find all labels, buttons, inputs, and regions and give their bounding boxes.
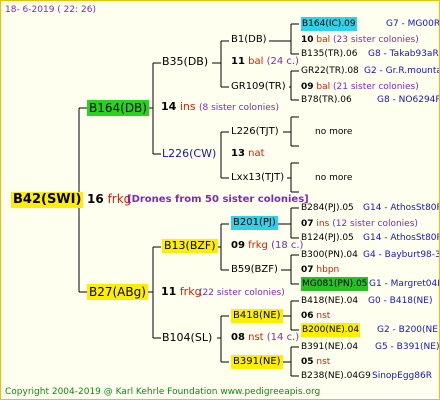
gen4-right-3: G2 - Gr.R.mounta	[364, 66, 440, 76]
gen3-node-8[interactable]: B391(NE)	[231, 355, 283, 369]
gen3-info-7: 06 nst	[301, 309, 330, 323]
gen2-node-3[interactable]: B13(BZF)	[162, 239, 218, 253]
gen4-left-4[interactable]: B78(TR).06	[301, 93, 352, 107]
gen3-node-5[interactable]: B201(PJ)	[231, 216, 278, 230]
gen3-node-3[interactable]: L226(TJT)	[231, 125, 279, 139]
gen4-left-3[interactable]: GR22(TR).08	[301, 64, 359, 78]
gen4-right-11: G0 - B418(NE)	[368, 296, 433, 306]
gen2-note-1: (24 c.)	[266, 56, 299, 67]
gen2-abbr-2: nat	[248, 148, 265, 159]
gen2-abbr-1: bal	[248, 56, 264, 67]
gen4-left-2[interactable]: B135(TR).06	[301, 47, 357, 61]
footer-copyright: Copyright 2004-2019 @ Karl Kehrle Founda…	[5, 387, 321, 397]
gen3-node-6[interactable]: B59(BZF)	[231, 263, 278, 277]
gen4-right-1: G7 - MG00R	[386, 19, 440, 29]
gen2-info-1: 11 bal (24 c.)	[231, 55, 299, 69]
gen3-abbr-1: bal	[316, 35, 331, 45]
gen3-info-1: 10 bal (23 sister colonies)	[301, 33, 419, 47]
gen3-number-5: 07	[301, 219, 314, 229]
gen3-note-1: (23 sister colonies)	[333, 35, 419, 45]
gen3-number-7: 06	[301, 311, 314, 321]
gen4-right-2: G8 - Takab93aR	[368, 49, 439, 59]
gen2-note-4: (14 c.)	[266, 332, 300, 343]
gen4-left-12[interactable]: B200(NE).04	[301, 323, 361, 337]
gen3-number-1: 10	[301, 35, 314, 45]
gen4-right-10: G1 - Margret04R	[369, 279, 440, 289]
gen3-number-6: 07	[301, 265, 314, 275]
gen3-node-4[interactable]: Lxx13(TJT)	[231, 171, 284, 185]
root-number: 16	[87, 192, 104, 206]
gen4-right-14: SinopEgg86R	[372, 371, 432, 381]
gen3-node-2[interactable]: GR109(TR)	[231, 80, 286, 94]
gen4-right-13: G5 - B391(NE)	[375, 342, 440, 352]
gen2-node-1[interactable]: B35(DB)	[162, 55, 208, 69]
gen4-right-7: G14 - AthosSt80R	[363, 203, 440, 213]
header-date: 18- 6-2019 ( 22: 26)	[5, 5, 96, 15]
gen3-info-8: 05 nst	[301, 355, 330, 369]
gen3-abbr-8: nst	[316, 357, 331, 367]
root-note: [Drones from 50 sister colonies]	[127, 194, 309, 205]
gen1-bottom-note: (22 sister colonies)	[199, 288, 285, 298]
gen2-note-3: (18 c.)	[271, 240, 304, 251]
gen3-node-7[interactable]: B418(NE)	[231, 309, 283, 323]
gen4-left-8[interactable]: B124(PJ).05	[301, 231, 354, 245]
gen3-node-1[interactable]: B1(DB)	[231, 33, 267, 47]
gen4-right-4: G8 - NO6294R	[377, 95, 440, 105]
gen3-info-2: 09 bal (21 sister colonies)	[301, 80, 419, 94]
gen3-info-6: 07 hbpn	[301, 263, 339, 277]
gen1-bottom-number: 11	[161, 285, 177, 298]
gen1-top-note: (8 sister colonies)	[199, 103, 280, 113]
gen4-left-10[interactable]: MG081(PN).05	[301, 277, 369, 291]
root-mating-info: 16 frkg	[87, 192, 131, 206]
gen4-left-11[interactable]: B418(NE).04	[301, 294, 358, 308]
gen3-number-8: 05	[301, 357, 314, 367]
gen3-number-2: 09	[301, 82, 314, 92]
gen3-note-5: (12 sister colonies)	[332, 219, 418, 229]
gen1-top-number: 14	[161, 100, 177, 113]
gen4-left-9[interactable]: B300(PN).04	[301, 248, 358, 262]
gen4-left-6: no more	[315, 173, 353, 183]
gen3-abbr-2: bal	[316, 82, 331, 92]
gen3-abbr-7: nst	[316, 311, 331, 321]
gen1-top-node[interactable]: B164(DB)	[87, 100, 149, 116]
gen2-info-4: 08 nst (14 c.)	[231, 331, 299, 345]
gen4-left-1[interactable]: B164(IC).09	[301, 17, 357, 31]
gen4-left-5: no more	[315, 127, 353, 137]
gen4-right-12: G2 - B200(NE)	[377, 325, 440, 335]
gen2-number-2: 13	[231, 148, 245, 159]
gen4-right-9: G4 - Bayburt98-3	[363, 250, 440, 260]
gen4-left-13[interactable]: B391(NE).04	[301, 340, 358, 354]
gen1-top-info: 14 ins	[161, 100, 196, 114]
gen2-node-2[interactable]: L226(CW)	[162, 147, 216, 161]
gen2-info-3: 09 frkg (18 c.)	[231, 239, 303, 253]
gen2-number-4: 08	[231, 332, 245, 343]
gen3-info-5: 07 ins (12 sister colonies)	[301, 217, 418, 231]
gen2-info-2: 13 nat	[231, 147, 265, 161]
gen1-bottom-info: 11 frkg	[161, 285, 202, 299]
gen3-note-2: (21 sister colonies)	[333, 82, 419, 92]
gen3-abbr-5: ins	[316, 219, 330, 229]
root-node[interactable]: B42(SWI)	[11, 192, 84, 208]
gen3-abbr-6: hbpn	[316, 265, 340, 275]
pedigree-frame: 18- 6-2019 ( 22: 26) B42(SWI) 16 frkg [D…	[0, 0, 440, 400]
gen4-right-8: G14 - AthosSt80R	[363, 233, 440, 243]
gen1-top-abbr: ins	[179, 100, 196, 113]
gen4-left-7[interactable]: B284(PJ).05	[301, 201, 354, 215]
gen2-number-1: 11	[231, 56, 245, 67]
gen1-bottom-node[interactable]: B27(ABg)	[87, 284, 148, 300]
gen2-abbr-3: frkg	[248, 240, 268, 251]
gen4-left-14[interactable]: B238(NE).04G9	[301, 369, 371, 383]
gen2-node-4[interactable]: B104(SL)	[162, 331, 212, 345]
gen2-abbr-4: nst	[248, 332, 264, 343]
gen2-number-3: 09	[231, 240, 245, 251]
